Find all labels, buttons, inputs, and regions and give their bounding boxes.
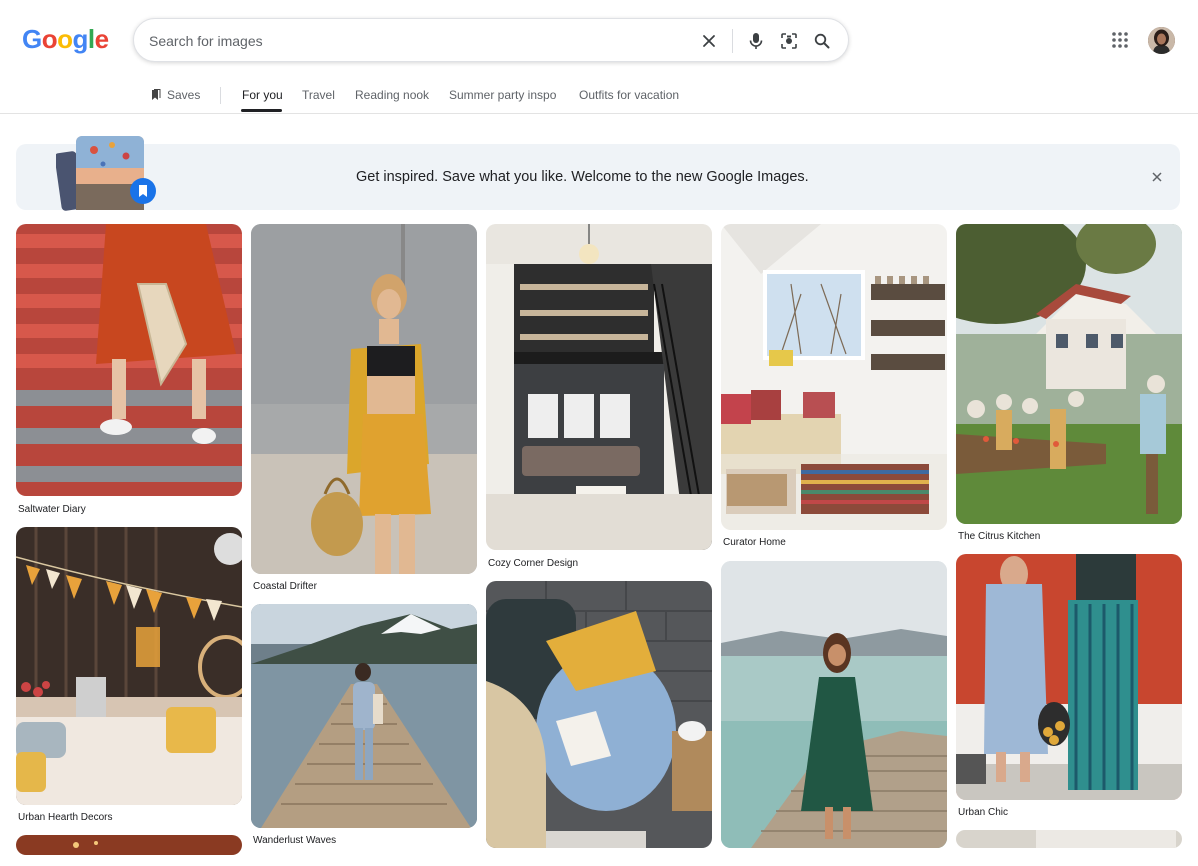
search-icon: [814, 33, 830, 49]
image-card[interactable]: [721, 224, 947, 530]
image-cozy-corner-design: [486, 224, 712, 550]
tab-label: Saves: [167, 88, 201, 102]
image-card[interactable]: [251, 224, 477, 574]
tab-label: Reading nook: [355, 88, 430, 102]
image-urban-hearth-decors: [16, 527, 242, 805]
avatar[interactable]: [1148, 27, 1175, 54]
logo-letter: G: [22, 24, 42, 54]
logo-letter: g: [72, 24, 89, 54]
image-saltwater-diary: [16, 224, 242, 496]
image-curator-home: [721, 224, 947, 530]
microphone-icon: [749, 33, 763, 49]
card-caption[interactable]: Wanderlust Waves: [253, 835, 336, 846]
banner-close-button[interactable]: [1147, 167, 1167, 187]
image-card[interactable]: [956, 554, 1182, 800]
image-partial: [956, 830, 1182, 848]
card-caption[interactable]: Curator Home: [723, 537, 786, 548]
bookmark-icon: [152, 89, 161, 100]
logo-letter: e: [94, 24, 109, 54]
image-partial: [16, 835, 242, 855]
active-tab-indicator: [241, 109, 282, 112]
logo-letter: l: [87, 24, 95, 54]
apps-grid-icon: [1112, 32, 1128, 48]
search-button[interactable]: [810, 29, 834, 53]
image-card[interactable]: [16, 224, 242, 496]
image-dock-woman: [721, 561, 947, 848]
card-caption[interactable]: Coastal Drifter: [253, 581, 317, 592]
image-card[interactable]: [486, 581, 712, 848]
search-bar: [133, 18, 849, 62]
tab-for-you[interactable]: For you: [242, 88, 283, 102]
image-card[interactable]: [16, 527, 242, 805]
avatar-image: [1148, 27, 1175, 54]
image-card[interactable]: [251, 604, 477, 828]
image-citrus-kitchen: [956, 224, 1182, 524]
tab-travel[interactable]: Travel: [302, 88, 335, 102]
banner-text: Get inspired. Save what you like. Welcom…: [356, 169, 809, 185]
lens-icon: [781, 33, 797, 49]
filter-tabs: Saves For you Travel Reading nook Summer…: [0, 83, 1198, 114]
search-divider: [732, 29, 733, 53]
close-icon: [703, 35, 715, 47]
card-caption[interactable]: Urban Hearth Decors: [18, 812, 112, 823]
tab-label: Outfits for vacation: [579, 88, 680, 102]
logo-letter: o: [41, 24, 58, 54]
card-caption[interactable]: Urban Chic: [958, 807, 1008, 818]
tab-separator: [220, 87, 221, 104]
tab-summer-party-inspo[interactable]: Summer party inspo: [449, 88, 556, 102]
image-card[interactable]: [721, 561, 947, 848]
image-card[interactable]: [956, 224, 1182, 524]
card-caption[interactable]: Saltwater Diary: [18, 504, 86, 515]
image-card[interactable]: [956, 830, 1182, 848]
tab-label: Summer party inspo: [449, 88, 557, 102]
lens-search-button[interactable]: [777, 29, 801, 53]
image-card[interactable]: [486, 224, 712, 550]
balloons-illustration: [54, 136, 156, 211]
welcome-banner: Get inspired. Save what you like. Welcom…: [16, 144, 1180, 210]
banner-illustration: [54, 134, 160, 214]
image-urban-chic: [956, 554, 1182, 800]
tab-outfits-for-vacation[interactable]: Outfits for vacation: [579, 88, 679, 102]
tab-label: Travel: [302, 88, 335, 102]
image-reading-chair: [486, 581, 712, 848]
card-caption[interactable]: The Citrus Kitchen: [958, 531, 1040, 542]
clear-button[interactable]: [697, 29, 721, 53]
logo-letter: o: [57, 24, 73, 54]
voice-search-button[interactable]: [744, 29, 768, 53]
google-logo[interactable]: Google: [22, 24, 109, 55]
image-card[interactable]: [16, 835, 242, 855]
tab-label: For you: [242, 88, 283, 102]
close-icon: [1152, 172, 1162, 182]
tab-saves[interactable]: Saves: [151, 88, 200, 102]
tab-reading-nook[interactable]: Reading nook: [355, 88, 429, 102]
image-wanderlust-waves: [251, 604, 477, 828]
card-caption[interactable]: Cozy Corner Design: [488, 558, 578, 569]
image-coastal-drifter: [251, 224, 477, 574]
apps-button[interactable]: [1110, 30, 1130, 50]
search-input[interactable]: [149, 30, 689, 52]
